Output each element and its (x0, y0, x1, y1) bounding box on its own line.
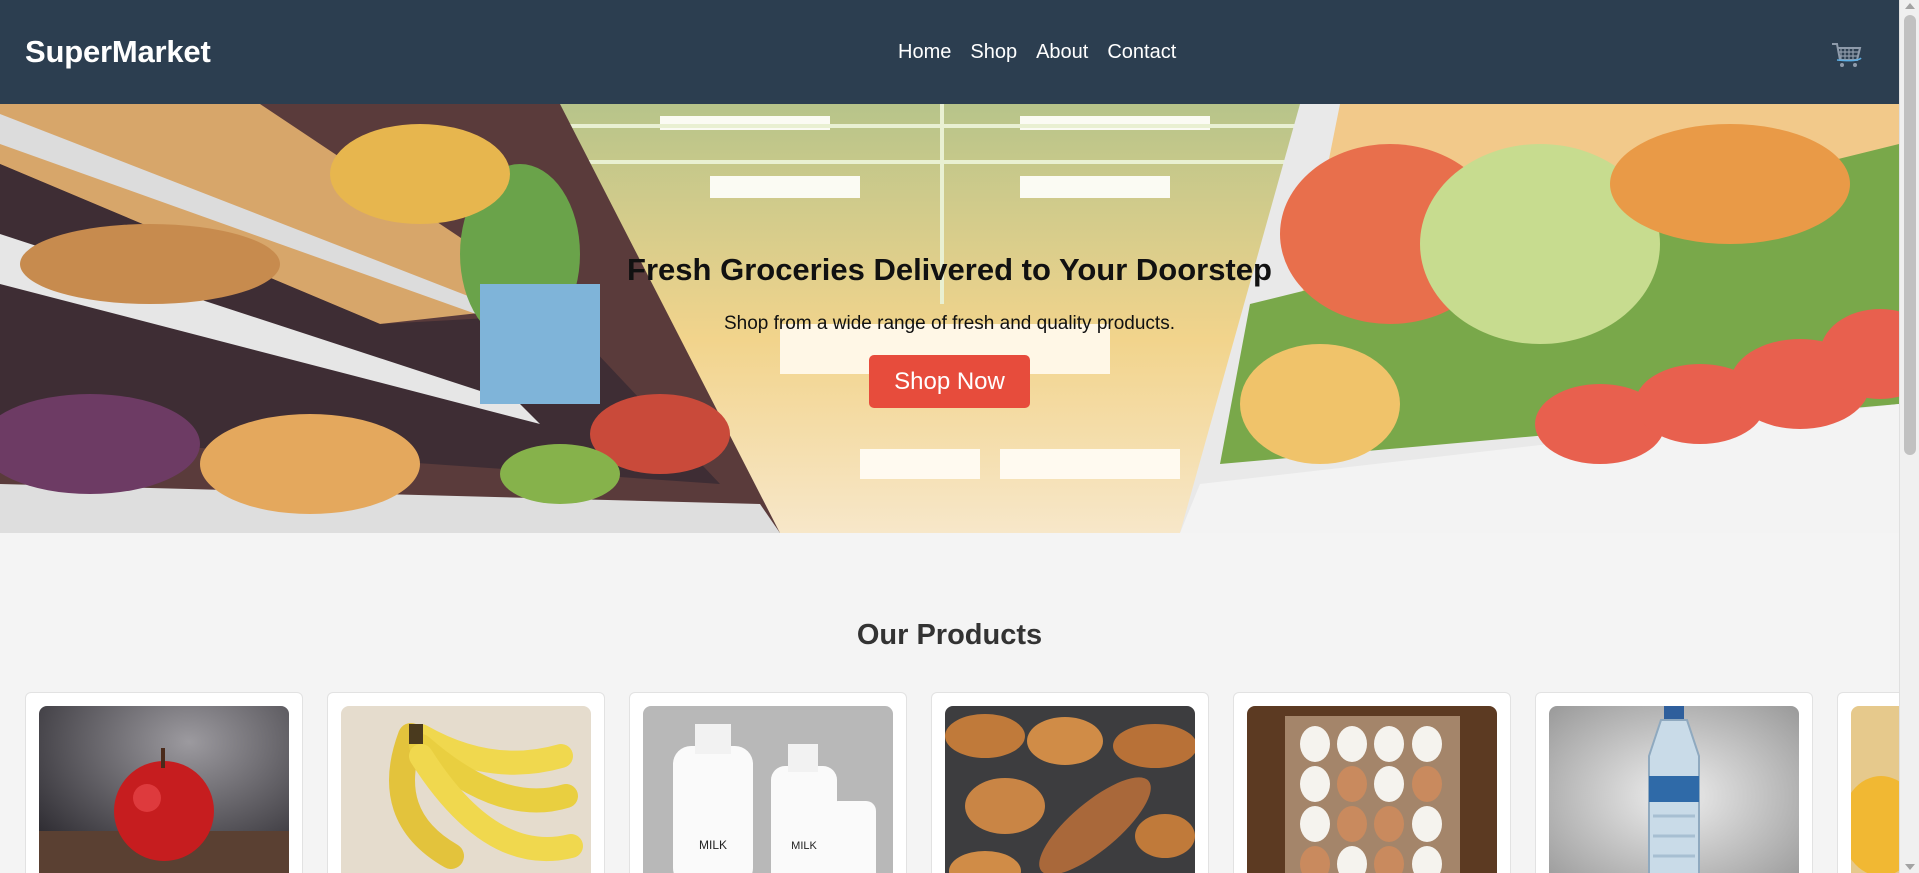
svg-text:MILK: MILK (699, 838, 727, 852)
scroll-down-arrow-icon[interactable] (1905, 864, 1915, 870)
product-card[interactable] (327, 692, 605, 873)
main-nav: Home Shop About Contact (898, 41, 1176, 64)
water-bottle-image[interactable] (1549, 706, 1799, 873)
nav-contact-link[interactable]: Contact (1107, 41, 1176, 64)
product-card[interactable] (1233, 692, 1511, 873)
product-card[interactable] (1837, 692, 1899, 873)
nav-home-link[interactable]: Home (898, 41, 951, 64)
cheese-image[interactable] (1851, 706, 1899, 873)
eggs-image[interactable] (1247, 706, 1497, 873)
shopping-cart-icon[interactable] (1830, 40, 1864, 70)
bread-image[interactable] (945, 706, 1195, 873)
nav-shop-link[interactable]: Shop (970, 41, 1017, 64)
site-logo[interactable]: SuperMarket (25, 34, 211, 70)
products-section-title: Our Products (856, 619, 1043, 651)
product-grid: MILK MILK (25, 692, 1899, 873)
nav-about-link[interactable]: About (1036, 41, 1088, 64)
product-card[interactable]: MILK MILK (629, 692, 907, 873)
vertical-scrollbar[interactable] (1899, 0, 1919, 873)
product-card[interactable] (25, 692, 303, 873)
milk-bottles-image[interactable]: MILK MILK (643, 706, 893, 873)
apple-image[interactable] (39, 706, 289, 873)
scroll-up-arrow-icon[interactable] (1905, 3, 1915, 9)
scrollbar-thumb[interactable] (1904, 15, 1916, 455)
shop-now-button[interactable]: Shop Now (869, 355, 1030, 408)
site-header: SuperMarket Home Shop About Contact (0, 0, 1899, 104)
product-card[interactable] (931, 692, 1209, 873)
product-card[interactable] (1535, 692, 1813, 873)
hero-title: Fresh Groceries Delivered to Your Doorst… (627, 252, 1272, 287)
bananas-image[interactable] (341, 706, 591, 873)
hero-banner: Fresh Groceries Delivered to Your Doorst… (0, 104, 1899, 533)
hero-subtitle: Shop from a wide range of fresh and qual… (724, 313, 1175, 334)
svg-text:MILK: MILK (791, 840, 817, 852)
